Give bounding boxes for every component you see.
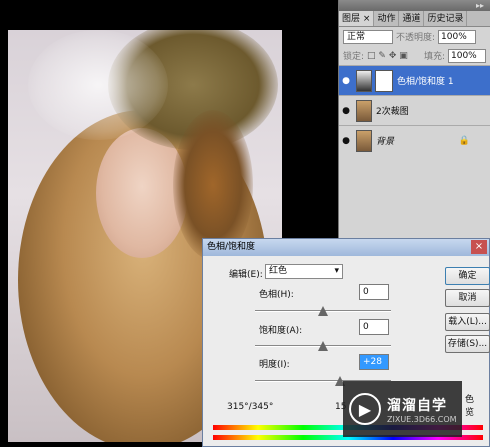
- edit-label: 编辑(E):: [229, 270, 263, 280]
- lock-icons[interactable]: □ ✎ ✥ ▣: [367, 51, 408, 61]
- tab-history[interactable]: 历史记录: [424, 11, 468, 26]
- hue-slider-handle[interactable]: [318, 306, 328, 316]
- adjustment-thumbnail: [356, 69, 372, 92]
- cancel-button[interactable]: 取消: [445, 289, 490, 307]
- photo-veil: [28, 30, 168, 140]
- close-icon[interactable]: ×: [471, 240, 487, 254]
- ok-button[interactable]: 确定: [445, 267, 490, 285]
- layer-crop[interactable]: ● 2次裁图: [339, 95, 490, 125]
- hue-label: 色相(H):: [259, 290, 294, 300]
- saturation-label: 饱和度(A):: [259, 326, 303, 336]
- layer-name: 2次裁图: [376, 107, 409, 117]
- play-icon: ▶: [349, 393, 381, 425]
- layer-name: 色相/饱和度 1: [397, 77, 454, 87]
- blend-row: 正常 不透明度: 100%: [339, 27, 490, 46]
- watermark-title: 溜溜自学: [387, 397, 447, 414]
- edit-select-value: 红色: [269, 266, 288, 276]
- opacity-label: 不透明度:: [396, 33, 436, 43]
- watermark-url: ZIXUE.3D66.COM: [387, 414, 457, 424]
- layer-hue-saturation[interactable]: ● 色相/饱和度 1: [339, 65, 490, 95]
- edit-select[interactable]: 红色 ▾: [265, 264, 343, 279]
- panel-grip[interactable]: ▸▸: [339, 0, 490, 11]
- layer-background[interactable]: ● 背景 🔒: [339, 125, 490, 155]
- range-text: 315°/345°: [227, 402, 274, 412]
- panel-tabs: 图层 × 动作 通道 历史记录: [339, 11, 490, 27]
- eye-icon[interactable]: ●: [339, 76, 353, 86]
- preview-label[interactable]: 览: [465, 405, 474, 418]
- lock-icon: 🔒: [458, 135, 470, 146]
- chevron-down-icon: ▾: [334, 266, 339, 276]
- watermark: ▶ 溜溜自学 ZIXUE.3D66.COM: [343, 381, 462, 437]
- tab-layers-label: 图层: [342, 14, 361, 24]
- layer-name: 背景: [376, 137, 395, 147]
- layer-thumbnail: [356, 99, 372, 122]
- colorize-label[interactable]: 色: [465, 392, 474, 405]
- fill-label: 填充:: [423, 52, 445, 62]
- tab-layers[interactable]: 图层 ×: [339, 11, 375, 26]
- lock-row: 锁定: □ ✎ ✥ ▣ 填充: 100%: [339, 46, 490, 65]
- opacity-input[interactable]: 100%: [438, 29, 477, 44]
- layer-thumbnail: [356, 129, 372, 152]
- saturation-input[interactable]: 0: [359, 319, 389, 335]
- eye-icon[interactable]: ●: [339, 136, 353, 146]
- fill-input[interactable]: 100%: [448, 48, 486, 63]
- layers-panel: ▸▸ 图层 × 动作 通道 历史记录 正常 不透明度: 100% 锁定: □ ✎…: [338, 0, 490, 238]
- dialog-title: 色相/饱和度: [203, 239, 489, 256]
- hue-input[interactable]: 0: [359, 284, 389, 300]
- tab-close-icon[interactable]: ×: [363, 14, 371, 24]
- saturation-slider-handle[interactable]: [318, 341, 328, 351]
- blend-mode-select[interactable]: 正常: [343, 29, 393, 44]
- tab-actions[interactable]: 动作: [374, 11, 400, 26]
- lightness-label: 明度(I):: [259, 360, 290, 370]
- tab-channels[interactable]: 通道: [399, 11, 425, 26]
- save-button[interactable]: 存储(S)...: [445, 335, 490, 353]
- eye-icon[interactable]: ●: [339, 106, 353, 116]
- lightness-input[interactable]: +28: [359, 354, 389, 370]
- mask-thumbnail: [375, 69, 393, 92]
- load-button[interactable]: 载入(L)...: [445, 313, 490, 331]
- lock-label: 锁定:: [343, 52, 365, 62]
